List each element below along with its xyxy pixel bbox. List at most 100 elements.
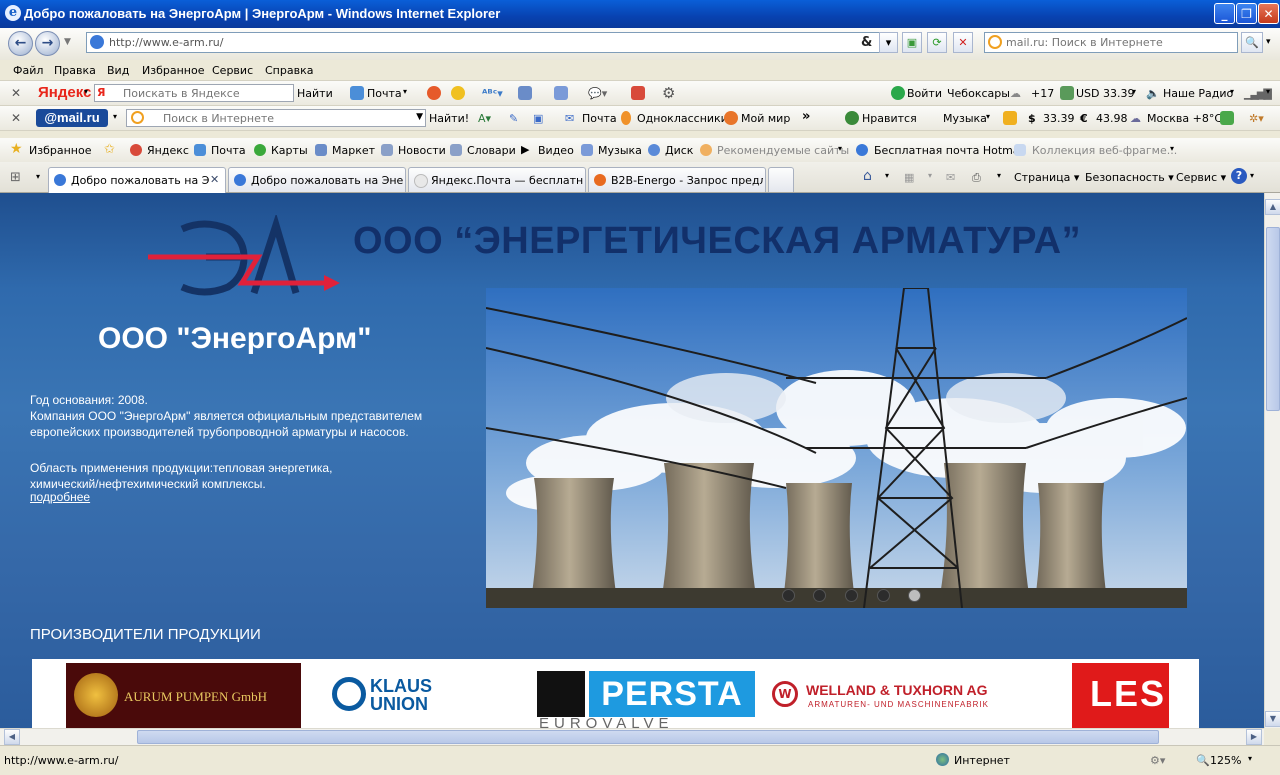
fav-suggested-sites[interactable]: Рекомендуемые сайты — [717, 144, 849, 157]
fav-webslice-gallery[interactable]: Коллекция веб-фрагме... — [1032, 144, 1177, 157]
fav-hotmail[interactable]: Бесплатная почта Hotmail — [874, 144, 1026, 157]
chevron-down-icon[interactable]: ▾ — [838, 144, 842, 153]
chevron-down-icon[interactable]: ▾ — [986, 112, 990, 121]
yandex-login-button[interactable]: Войти — [907, 87, 942, 100]
logo-welland-tuxhorn[interactable]: W WELLAND & TUXHORN AG ARMATUREN- UND MA… — [772, 681, 1072, 721]
menu-edit[interactable]: Правка — [54, 64, 96, 77]
tab-list-icon[interactable]: ▾ — [36, 172, 40, 181]
refresh-button[interactable]: ⟳ — [927, 32, 947, 53]
safety-menu[interactable]: Безопасность ▾ — [1085, 171, 1174, 184]
hero-slider-image[interactable] — [486, 288, 1187, 608]
mailru-like[interactable]: Нравится — [862, 112, 917, 125]
menu-favorites[interactable]: Избранное — [142, 64, 204, 77]
chevron-down-icon[interactable]: ▾ — [1132, 87, 1136, 96]
chevron-down-icon[interactable]: ▾ — [403, 87, 407, 96]
tools-menu[interactable]: Сервис ▾ — [1176, 171, 1226, 184]
address-input[interactable] — [109, 36, 849, 49]
more-link[interactable]: подробнее — [30, 490, 90, 504]
slider-dot-4[interactable] — [877, 589, 890, 602]
mailru-usd[interactable]: 33.39 — [1043, 112, 1075, 125]
menu-tools[interactable]: Сервис — [212, 64, 253, 77]
font-icon[interactable]: A▾ — [478, 112, 491, 125]
ya-bookmark-icon[interactable] — [451, 86, 465, 100]
close-toolbar-icon[interactable]: ✕ — [11, 86, 21, 100]
print-icon[interactable]: ⎙ — [972, 171, 981, 185]
chevron-down-icon[interactable]: ▾ — [1250, 171, 1254, 180]
favorites-button[interactable]: Избранное — [29, 144, 91, 157]
music-icon[interactable] — [1003, 111, 1017, 125]
mailru-mail-button[interactable]: Почта — [582, 112, 617, 125]
scroll-right-button[interactable]: ▶ — [1246, 729, 1262, 745]
fav-disk[interactable]: Диск — [665, 144, 693, 157]
tab-2[interactable]: Добро пожаловать на Энер... — [228, 167, 406, 192]
fav-market[interactable]: Маркет — [332, 144, 375, 157]
close-toolbar-icon[interactable]: ✕ — [11, 111, 21, 125]
logo-aurum[interactable]: AURUM PUMPEN GmbH — [66, 663, 301, 728]
mailru-weather[interactable]: Москва +8°C — [1147, 112, 1222, 125]
search-button[interactable]: 🔍 — [1241, 32, 1263, 53]
new-tab-button[interactable] — [768, 167, 794, 192]
vertical-scroll-thumb[interactable] — [1266, 227, 1280, 411]
yandex-mail-button[interactable]: Почта — [367, 87, 402, 100]
address-dropdown-button[interactable]: ▾ — [879, 32, 898, 53]
yandex-city[interactable]: Чебоксары — [947, 87, 1010, 100]
security-zone[interactable]: Интернет — [954, 754, 1010, 767]
logo-les[interactable]: LES — [1072, 663, 1169, 728]
tab-3[interactable]: Яндекс.Почта — бесплатн... — [408, 167, 586, 192]
fav-music[interactable]: Музыка — [598, 144, 642, 157]
help-icon[interactable]: ? — [1231, 168, 1247, 184]
mailru-odnoklassniki[interactable]: Одноклассники — [637, 112, 728, 125]
more-chevron-icon[interactable]: » — [802, 109, 810, 124]
slider-dot-5[interactable] — [908, 589, 921, 602]
chevron-down-icon[interactable]: ▾ — [1248, 754, 1252, 763]
translate-icon[interactable] — [518, 86, 532, 100]
comment-icon[interactable]: 💬▾ — [588, 87, 607, 100]
search-options-icon[interactable]: ▾ — [1266, 37, 1271, 47]
horizontal-scrollbar[interactable]: ◀ ▶ — [0, 728, 1264, 746]
ya-service-icon[interactable] — [427, 86, 441, 100]
chevron-down-icon[interactable]: ▾ — [928, 171, 932, 180]
logo-persta[interactable]: PERSTA EUROVALVE — [537, 671, 755, 728]
web-search-box[interactable] — [984, 32, 1238, 53]
chevron-down-icon[interactable]: ▾ — [113, 112, 117, 121]
mailru-find-button[interactable]: Найти! — [429, 112, 469, 125]
maximize-button[interactable]: ❐ — [1236, 3, 1257, 24]
scroll-up-button[interactable]: ▲ — [1265, 199, 1280, 215]
zoom-level[interactable]: 125% — [1210, 754, 1241, 767]
menu-help[interactable]: Справка — [265, 64, 313, 77]
chevron-down-icon[interactable]: ▾ — [1266, 87, 1270, 96]
menu-file[interactable]: Файл — [13, 64, 43, 77]
settings-icon[interactable]: ✲▾ — [1249, 112, 1264, 125]
yandex-find-button[interactable]: Найти — [297, 87, 333, 100]
page-translate-icon[interactable] — [554, 86, 568, 100]
mailru-search-input[interactable] — [163, 112, 403, 125]
stop-button[interactable]: ✕ — [953, 32, 973, 53]
fav-mail[interactable]: Почта — [211, 144, 246, 157]
slider-dot-3[interactable] — [845, 589, 858, 602]
slider-dot-2[interactable] — [813, 589, 826, 602]
tab-1[interactable]: Добро пожаловать на Э... ✕ — [48, 167, 226, 193]
chevron-down-icon[interactable]: ▾ — [1170, 144, 1174, 153]
read-mail-icon[interactable]: ✉ — [946, 171, 955, 184]
fav-news[interactable]: Новости — [398, 144, 446, 157]
menu-view[interactable]: Вид — [107, 64, 129, 77]
yandex-temp[interactable]: +17 — [1031, 87, 1054, 100]
compat-view-button[interactable]: ▣ — [902, 32, 922, 53]
logo-klaus-union[interactable]: KLAUS UNION — [332, 669, 522, 724]
close-button[interactable]: ✕ — [1258, 3, 1279, 24]
compat-icon[interactable]: & — [861, 35, 872, 50]
address-bar[interactable]: & ▾ — [86, 32, 898, 53]
horizontal-scroll-thumb[interactable] — [137, 730, 1159, 744]
page-menu[interactable]: Страница ▾ — [1014, 171, 1079, 184]
chevron-down-icon[interactable]: ▾ — [1230, 87, 1234, 96]
web-search-input[interactable] — [1006, 36, 1226, 49]
mailru-music[interactable]: Музыка — [943, 112, 987, 125]
chevron-down-icon[interactable]: ▾ — [997, 171, 1001, 180]
mailru-logo[interactable]: @mail.ru — [36, 109, 108, 127]
scroll-left-button[interactable]: ◀ — [4, 729, 20, 745]
yandex-search-input[interactable] — [123, 87, 288, 100]
tab-4[interactable]: B2B-Energo - Запрос предл... — [588, 167, 766, 192]
gift-icon[interactable] — [631, 86, 645, 100]
history-dropdown-icon[interactable]: ▼ — [64, 37, 71, 47]
fav-dictionaries[interactable]: Словари — [467, 144, 516, 157]
